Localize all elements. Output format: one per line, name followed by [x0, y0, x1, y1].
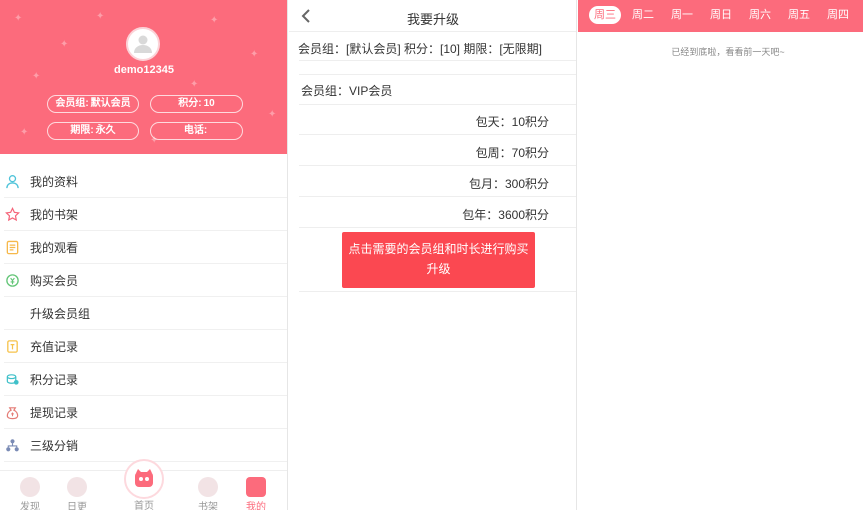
points-badge: 积分: 10: [150, 95, 243, 113]
star-icon: [4, 206, 20, 222]
username: demo12345: [114, 64, 174, 76]
tab-label: 书架: [198, 502, 218, 510]
tab-label: 发现: [20, 502, 40, 510]
bottom-tab-bar: 发现 日更 首页 书架 我的: [0, 459, 287, 510]
sparkle-decoration: ✦: [20, 127, 29, 138]
user-icon: [4, 173, 20, 189]
tab-label: 日更: [67, 502, 87, 510]
divider: [299, 60, 576, 61]
wallet-icon: [4, 338, 20, 354]
upgrade-panel: 我要升级 会员组：[默认会员] 积分：[10] 期限：[无限期] 会员组：VIP…: [289, 0, 577, 510]
user-menu: 我的资料 我的书架 我的观看 购买会员 升级会员组 充值记录 积分记录 提现记录…: [0, 165, 287, 462]
tab-discover[interactable]: 发现: [10, 471, 50, 510]
tab-day-monday[interactable]: 周一: [666, 6, 698, 24]
points-value: 10: [203, 98, 215, 109]
upgrade-header: 我要升级: [289, 0, 576, 32]
bag-icon: [4, 404, 20, 420]
menu-item-label: 购买会员: [30, 273, 79, 288]
network-icon: [4, 437, 20, 453]
tab-day-thursday[interactable]: 周四: [822, 6, 854, 24]
purchase-upgrade-button[interactable]: 点击需要的会员组和时长进行购买升级: [342, 232, 535, 288]
sparkle-decoration: ✦: [210, 15, 219, 26]
menu-item-label: 积分记录: [30, 372, 79, 387]
sparkle-decoration: ✦: [14, 13, 23, 24]
cat-icon: [246, 477, 266, 497]
user-center-panel: ✦ ✦ ✦ ✦ ✦ ✦ ✦ ✦ ✦ ✦ demo12345 会员组: 默认会员 积…: [0, 0, 288, 510]
sparkle-decoration: ✦: [60, 39, 69, 50]
expiry-badge: 期限: 永久: [47, 122, 139, 140]
member-group-badge: 会员组: 默认会员: [47, 95, 139, 113]
expiry-label: 期限:: [70, 125, 94, 136]
price-option-month[interactable]: 包月：300积分: [299, 167, 576, 197]
menu-item-points-records[interactable]: 积分记录: [4, 363, 287, 396]
menu-item-recharge-records[interactable]: 充值记录: [4, 330, 287, 363]
vip-group-label: 会员组：VIP会员: [301, 84, 393, 98]
empty-list-note: 已经到底啦，看看前一天吧~: [671, 47, 785, 57]
tab-day-sunday[interactable]: 周日: [705, 6, 737, 24]
tab-home[interactable]: 首页: [120, 459, 168, 510]
home-mascot-icon: [124, 459, 164, 499]
tab-label: 首页: [134, 501, 154, 510]
avatar[interactable]: [126, 27, 160, 61]
member-group-value: 默认会员: [90, 98, 131, 109]
price-option-year[interactable]: 包年：3600积分: [299, 198, 576, 228]
sparkle-decoration: ✦: [268, 109, 277, 120]
menu-item-distribution[interactable]: 三级分销: [4, 429, 287, 462]
tab-label: 我的: [246, 502, 266, 510]
menu-item-history[interactable]: 我的观看: [4, 231, 287, 264]
bookshelf-icon: [198, 477, 218, 497]
menu-item-label: 三级分销: [30, 438, 79, 453]
menu-item-buy-membership[interactable]: 购买会员: [4, 264, 287, 297]
menu-item-withdraw-records[interactable]: 提现记录: [4, 396, 287, 429]
document-icon: [4, 239, 20, 255]
member-group-label: 会员组:: [55, 98, 89, 109]
discover-icon: [20, 477, 40, 497]
calendar-icon: [67, 477, 87, 497]
divider: [299, 74, 576, 75]
divider: [299, 291, 576, 292]
phone-badge: 电话:: [150, 122, 243, 140]
coins-icon: [4, 371, 20, 387]
menu-item-label: 升级会员组: [30, 306, 91, 321]
price-option-day[interactable]: 包天：10积分: [299, 105, 576, 135]
profile-header: ✦ ✦ ✦ ✦ ✦ ✦ ✦ ✦ ✦ ✦ demo12345 会员组: 默认会员 积…: [0, 0, 287, 154]
sparkle-decoration: ✦: [96, 11, 105, 22]
menu-item-label: 我的书架: [30, 207, 79, 222]
price-option-label: 包周：70积分: [475, 146, 549, 160]
price-option-label: 包天：10积分: [475, 115, 549, 129]
sparkle-decoration: ✦: [190, 79, 199, 90]
current-membership-info: 会员组：[默认会员] 积分：[10] 期限：[无限期]: [298, 42, 543, 56]
menu-item-label: 提现记录: [30, 405, 79, 420]
tab-day-wednesday[interactable]: 周三: [589, 6, 621, 24]
money-icon: [4, 272, 20, 288]
page-title: 我要升级: [406, 12, 459, 27]
menu-item-label: 充值记录: [30, 339, 79, 354]
tab-day-tuesday[interactable]: 周二: [627, 6, 659, 24]
price-option-label: 包月：300积分: [468, 177, 549, 191]
phone-label: 电话:: [183, 125, 208, 136]
menu-item-upgrade-group[interactable]: 升级会员组: [4, 297, 287, 330]
schedule-panel: 周三 周二 周一 周日 周六 周五 周四 已经到底啦，看看前一天吧~: [578, 0, 863, 510]
expiry-value: 永久: [95, 125, 116, 136]
price-option-week[interactable]: 包周：70积分: [299, 136, 576, 166]
default-user-icon: [134, 35, 152, 53]
menu-item-profile[interactable]: 我的资料: [4, 165, 287, 198]
menu-item-bookshelf[interactable]: 我的书架: [4, 198, 287, 231]
menu-item-label: 我的资料: [30, 174, 79, 189]
tab-updates[interactable]: 日更: [57, 471, 97, 510]
tab-bookshelf[interactable]: 书架: [188, 471, 228, 510]
points-label: 积分:: [178, 98, 202, 109]
price-option-label: 包年：3600积分: [462, 208, 549, 222]
tab-day-friday[interactable]: 周五: [783, 6, 815, 24]
tab-day-saturday[interactable]: 周六: [744, 6, 776, 24]
tab-mine[interactable]: 我的: [236, 471, 276, 510]
sparkle-decoration: ✦: [250, 49, 259, 60]
weekday-tabs: 周三 周二 周一 周日 周六 周五 周四: [578, 0, 863, 32]
menu-item-label: 我的观看: [30, 240, 79, 255]
